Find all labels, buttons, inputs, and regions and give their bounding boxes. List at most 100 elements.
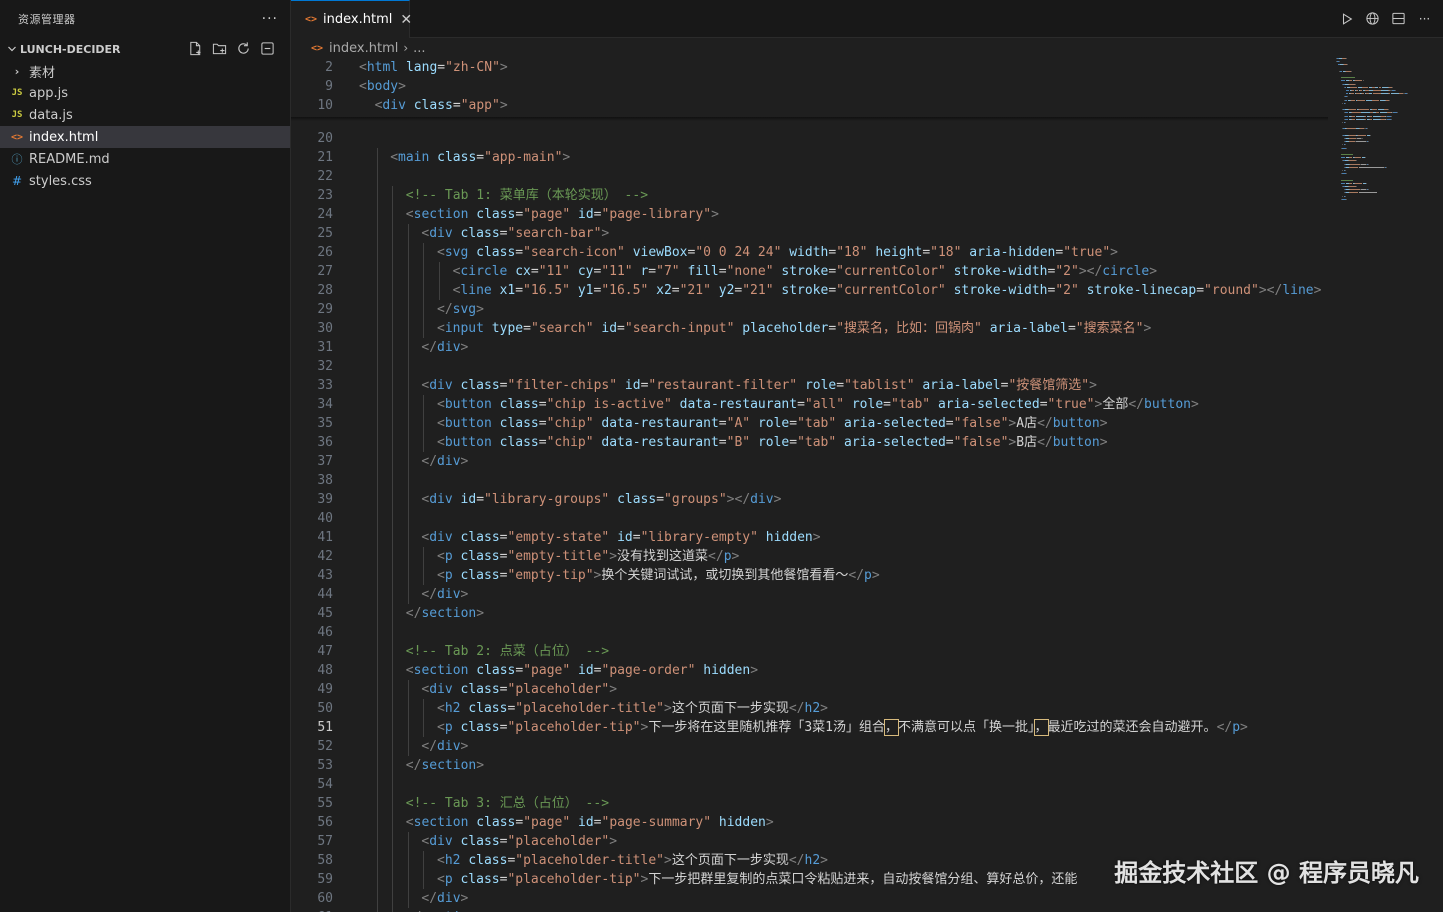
code-token: "placeholder-title" — [515, 853, 664, 868]
file-tree-item[interactable]: JS app.js — [0, 82, 290, 104]
minimap-mark — [1385, 166, 1387, 168]
collapse-all-icon[interactable] — [259, 40, 276, 57]
code-token: class — [460, 568, 500, 583]
new-folder-icon[interactable] — [211, 40, 228, 57]
file-tree-item[interactable]: <> index.html — [0, 126, 290, 148]
code-token: 最近吃过的菜还会自动避开。 — [1047, 720, 1217, 735]
globe-icon[interactable] — [1364, 10, 1381, 27]
minimap-mark — [1367, 128, 1368, 130]
code-token: "7" — [656, 264, 680, 279]
line-number: 46 — [317, 625, 333, 640]
minimap-mark — [1344, 115, 1348, 117]
minimap-mark — [1369, 118, 1373, 120]
code-token: class — [460, 226, 500, 241]
file-tree-label: app.js — [29, 85, 68, 101]
file-tree-item[interactable]: ⓘ README.md — [0, 148, 290, 170]
line-number: 40 — [317, 511, 333, 526]
line-number: 25 — [317, 226, 333, 241]
code-token: lang — [405, 60, 438, 75]
line-number: 39 — [317, 492, 333, 507]
close-icon[interactable]: ✕ — [400, 12, 412, 28]
code-token: "16.5" — [523, 283, 571, 298]
code-token: "2" — [1055, 283, 1079, 298]
code-editor[interactable]: 2 <html lang="zh-CN"> 9 <body> 10 <div class=… — [291, 58, 1328, 912]
more-actions-icon[interactable]: ··· — [1416, 10, 1433, 27]
code-token: > — [1240, 720, 1248, 735]
code-token: > — [812, 530, 821, 545]
more-actions-icon[interactable]: ··· — [262, 11, 278, 27]
code-token: "搜索菜名" — [1075, 321, 1144, 336]
code-token: > — [460, 340, 469, 355]
minimap-mark — [1348, 134, 1356, 136]
split-editor-icon[interactable] — [1390, 10, 1407, 27]
code-token: y1 — [577, 283, 594, 298]
run-icon[interactable] — [1338, 10, 1355, 27]
code-token: "B" — [726, 435, 751, 450]
code-token: = — [1039, 397, 1048, 412]
code-token: </ — [788, 853, 805, 868]
code-token: "page" — [523, 207, 571, 222]
line-number: 30 — [317, 321, 333, 336]
editor-tab-bar: <> index.html ✕ ··· — [291, 0, 1443, 38]
code-text: <!-- Tab 2: 点菜（占位） --> — [406, 642, 609, 661]
code-token: = — [499, 834, 508, 849]
indent-guide — [376, 148, 378, 912]
file-tree-label: README.md — [29, 151, 110, 167]
line-number: 54 — [317, 777, 333, 792]
line-number: 9 — [325, 79, 333, 94]
code-token: "app" — [460, 98, 500, 113]
minimap-mark — [1345, 173, 1347, 175]
code-token: button — [1052, 435, 1100, 450]
code-token: "false" — [953, 416, 1009, 431]
code-token: h2 — [444, 853, 461, 868]
code-token: > — [731, 549, 740, 564]
refresh-icon[interactable] — [235, 40, 252, 57]
code-token: circle — [460, 264, 508, 279]
minimap-mark — [1373, 115, 1381, 117]
code-token: class — [476, 207, 516, 222]
code-token: id — [578, 815, 594, 830]
code-token: "empty-tip" — [507, 568, 594, 583]
new-file-icon[interactable] — [187, 40, 204, 57]
file-tree-item[interactable]: › 素材 — [0, 60, 290, 82]
breadcrumb-file[interactable]: index.html — [329, 41, 398, 56]
explorer-sidebar: 资源管理器 ··· LUNCH-DECIDER › 素材 JS app.js JS dat… — [0, 0, 291, 912]
code-token: > — [476, 302, 484, 317]
code-token: "tablist" — [844, 378, 915, 393]
line-number: 41 — [317, 530, 333, 545]
minimap-mark — [1390, 115, 1392, 117]
code-token: viewBox — [632, 245, 688, 260]
code-token: = — [538, 416, 547, 431]
code-token: p — [444, 872, 453, 887]
code-text: </div> — [421, 737, 468, 756]
code-token: role — [757, 416, 790, 431]
code-token: x2 — [656, 283, 672, 298]
line-number: 45 — [317, 606, 333, 621]
code-token: > — [562, 150, 571, 165]
line-number: 50 — [317, 701, 333, 716]
file-tree-item[interactable]: # styles.css — [0, 170, 290, 192]
line-number: 27 — [317, 264, 333, 279]
explorer-header: 资源管理器 ··· — [0, 0, 290, 38]
code-text: <svg class="search-icon" viewBox="0 0 24… — [437, 243, 1118, 262]
breadcrumb-rest[interactable]: ... — [413, 41, 425, 56]
minimap[interactable] — [1330, 58, 1443, 912]
minimap-mark — [1340, 154, 1353, 155]
tab-index-html[interactable]: <> index.html ✕ — [291, 0, 412, 38]
code-token: class — [460, 682, 500, 697]
project-section-header[interactable]: LUNCH-DECIDER — [0, 38, 290, 60]
code-token: "none" — [726, 264, 774, 279]
minimap-mark — [1345, 198, 1347, 200]
minimap-mark — [1350, 99, 1356, 101]
minimap-mark — [1338, 61, 1340, 63]
code-token: placeholder — [742, 321, 829, 336]
line-number: 56 — [317, 815, 333, 830]
minimap-mark — [1359, 192, 1378, 194]
line-number: 55 — [317, 796, 333, 811]
minimap-mark — [1358, 134, 1367, 136]
file-tree-item[interactable]: JS data.js — [0, 104, 290, 126]
